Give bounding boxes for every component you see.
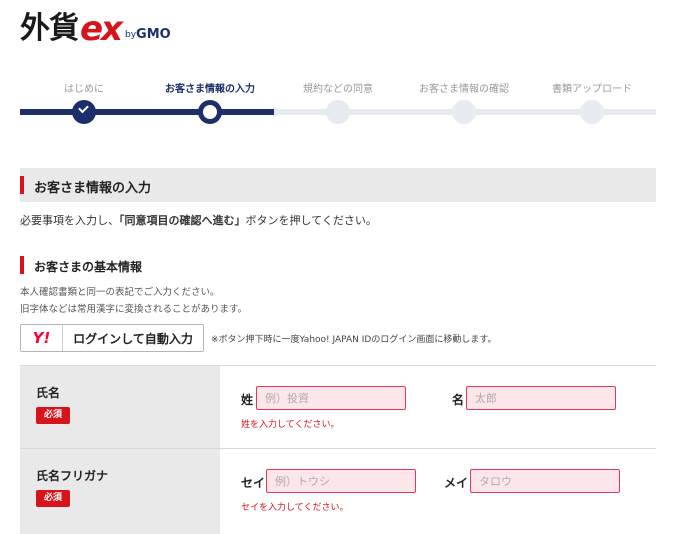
step-dot-current [198,100,222,124]
step-label-agreement: 規約などの同意 [303,84,373,95]
label-cell: 氏名フリガナ 必須 [20,449,220,534]
site-logo: 外貨 ex by GMO [20,9,171,49]
required-badge: 必須 [36,407,70,424]
heading-accent [20,256,24,274]
last-kana-label: セイ [241,476,266,490]
name-label: 氏名 [36,386,61,400]
step-dot-done [72,100,96,124]
check-icon [78,102,89,114]
logo-by-text: by [125,30,137,40]
step-label-document-upload: 書類アップロード [552,84,632,95]
instruction-before: 必要事項を入力し、 [20,214,119,227]
instruction-strong: 「同意項目の確認へ進む」 [119,214,246,227]
progress-track-done [20,109,274,115]
yahoo-button-label: ログインして自動入力 [73,331,193,346]
instruction-text: 必要事項を入力し、「同意項目の確認へ進む」ボタンを押してください。 [20,212,377,228]
yahoo-note: ※ボタン押下時に一度Yahoo! JAPAN IDのログイン画面に移動します。 [211,335,497,345]
last-name-error: 姓を入力してください。 [241,420,340,430]
kana-label: 氏名フリガナ [36,469,109,483]
yahoo-login-autofill-button[interactable]: Y! ログインして自動入力 [20,324,204,352]
section-heading: お客さま情報の入力 [20,168,656,202]
step-label-customer-info: お客さま情報の入力 [165,84,255,95]
last-kana-error: セイを入力してください。 [241,503,349,513]
first-name-input[interactable] [466,386,616,410]
step-label-confirmation: お客さま情報の確認 [419,84,509,95]
section-title: お客さま情報の入力 [34,181,152,196]
basic-info-note-2: 旧字体などは常用漢字に変換されることがあります。 [20,304,248,315]
basic-info-note-1: 本人確認書類と同一の表記でご入力ください。 [20,287,220,298]
step-label-start: はじめに [64,84,104,95]
form-row-kana: 氏名フリガナ 必須 セイ セイを入力してください。 メイ [20,448,656,534]
step-progress: はじめに お客さま情報の入力 規約などの同意 お客さま情報の確認 書類アップロー… [20,80,656,128]
first-kana-label: メイ [444,476,469,490]
first-name-label: 名 [452,393,465,407]
heading-accent [20,176,24,194]
last-name-input[interactable] [256,386,406,410]
step-dot-todo [580,100,604,124]
label-cell: 氏名 必須 [20,366,220,448]
last-kana-input[interactable] [266,469,416,493]
logo-ex-text: ex [80,9,123,49]
basic-info-title: お客さまの基本情報 [34,260,143,274]
step-dot-todo [452,100,476,124]
form-row-name: 氏名 必須 姓 姓を入力してください。 名 [20,365,656,448]
step-dot-todo [326,100,350,124]
first-kana-input[interactable] [470,469,620,493]
instruction-after: ボタンを押してください。 [245,214,377,227]
logo-gmo-text: GMO [136,27,171,42]
last-name-label: 姓 [241,393,254,407]
required-badge: 必須 [36,490,70,507]
logo-main-text: 外貨 [20,11,79,46]
yahoo-logo-icon: Y! [21,325,63,351]
